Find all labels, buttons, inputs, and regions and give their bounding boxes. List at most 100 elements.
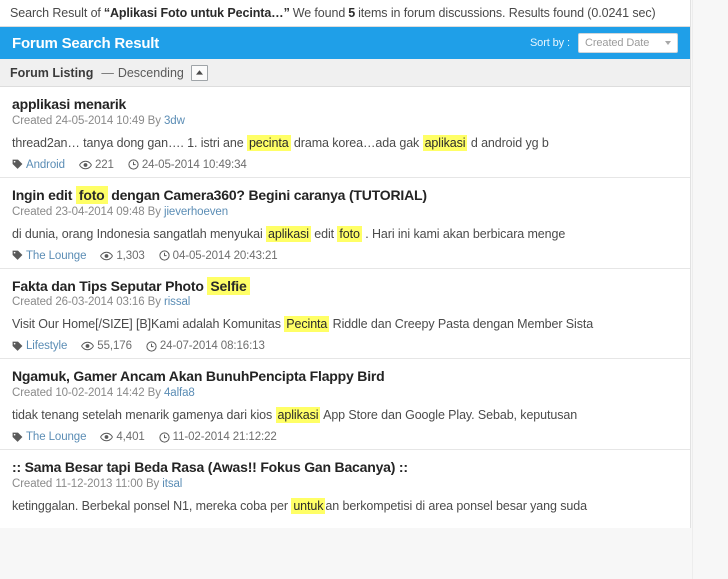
summary-suffix: items in forum discussions. Results foun… bbox=[358, 6, 656, 20]
result-meta-row: Lifestyle 55,176 24-07-2014 08:16:13 bbox=[12, 340, 678, 352]
result-category-label: Lifestyle bbox=[26, 340, 68, 353]
summary-middle: We found bbox=[292, 6, 346, 20]
chevron-down-icon bbox=[665, 41, 671, 45]
result-views: 55,176 bbox=[81, 340, 132, 352]
listing-dash: — bbox=[101, 65, 114, 80]
result-category-label: The Lounge bbox=[26, 249, 87, 262]
listing-order: Descending bbox=[117, 65, 184, 80]
result-snippet-highlight: foto bbox=[337, 225, 362, 242]
eye-icon bbox=[79, 160, 92, 170]
result-author[interactable]: 3dw bbox=[164, 115, 185, 127]
result-snippet: ketinggalan. Berbekal ponsel N1, mereka … bbox=[12, 498, 678, 515]
result-by-label: By bbox=[145, 478, 160, 491]
result-views-count: 1,303 bbox=[116, 249, 145, 262]
result-timestamp: 04-05-2014 20:43:21 bbox=[159, 250, 278, 262]
result-views-count: 55,176 bbox=[97, 340, 132, 353]
clock-icon bbox=[159, 432, 170, 443]
result-snippet-highlight: aplikasi bbox=[275, 407, 321, 424]
result-title[interactable]: Ingin edit foto dengan Camera360? Begini… bbox=[12, 185, 678, 205]
sort-control: Sort by : Created Date bbox=[530, 33, 678, 53]
result-created-prefix: Created bbox=[12, 205, 53, 218]
result-title[interactable]: :: Sama Besar tapi Beda Rasa (Awas!! Fok… bbox=[12, 459, 678, 477]
result-author[interactable]: itsal bbox=[162, 478, 182, 490]
sort-by-label: Sort by : bbox=[529, 37, 570, 49]
result-created: Created 11-12-2013 11:00 By itsal bbox=[12, 478, 678, 490]
eye-icon bbox=[81, 341, 95, 351]
result-by-label: By bbox=[147, 296, 161, 309]
result-author[interactable]: 4alfa8 bbox=[164, 387, 195, 399]
result-snippet: di dunia, orang Indonesia sangatlah meny… bbox=[12, 225, 678, 243]
result-snippet: tidak tenang setelah menarik gamenya dar… bbox=[12, 407, 678, 424]
tag-icon bbox=[12, 432, 23, 443]
result-item: Ingin edit foto dengan Camera360? Begini… bbox=[0, 178, 690, 269]
right-gutter bbox=[692, 0, 728, 579]
result-title-text: applikasi menarik bbox=[12, 96, 127, 112]
result-created: Created 24-05-2014 10:49 By 3dw bbox=[12, 115, 678, 127]
result-created: Created 26-03-2014 03:16 By rissal bbox=[12, 296, 678, 308]
result-snippet-text: App Store dan Google Play. Sebab, keputu… bbox=[320, 408, 578, 423]
result-snippet-highlight: Pecinta bbox=[284, 316, 330, 333]
result-title-highlight: Selfie bbox=[207, 276, 250, 295]
result-snippet-text: d android yg b bbox=[467, 135, 549, 150]
sort-by-select[interactable]: Created Date bbox=[578, 33, 678, 53]
result-category-label: Android bbox=[26, 158, 65, 171]
result-author[interactable]: jieverhoeven bbox=[164, 206, 228, 218]
result-snippet-text: edit bbox=[310, 226, 338, 241]
result-created-prefix: Created bbox=[12, 296, 53, 309]
summary-prefix: Search Result of bbox=[10, 6, 101, 20]
result-timestamp: 24-07-2014 08:16:13 bbox=[146, 340, 265, 352]
result-timestamp: 24-05-2014 10:49:34 bbox=[128, 159, 247, 171]
page-title: Forum Search Result bbox=[12, 34, 160, 52]
result-title[interactable]: applikasi menarik bbox=[12, 96, 678, 114]
forum-listing-bar: Forum Listing — Descending bbox=[0, 59, 690, 87]
result-item: Fakta dan Tips Seputar Photo Selfie Creat… bbox=[0, 269, 690, 360]
result-snippet-text: ketinggalan. Berbekal ponsel N1, mereka … bbox=[12, 499, 292, 514]
summary-count: 5 bbox=[348, 6, 356, 20]
result-meta-row: The Lounge 4,401 11-02-2014 21:12:22 bbox=[12, 431, 678, 443]
result-title[interactable]: Fakta dan Tips Seputar Photo Selfie bbox=[12, 276, 678, 296]
result-category[interactable]: The Lounge bbox=[12, 250, 86, 262]
tag-icon bbox=[12, 250, 23, 261]
result-category[interactable]: Lifestyle bbox=[12, 340, 67, 352]
result-snippet-text: di dunia, orang Indonesia sangatlah meny… bbox=[12, 226, 267, 241]
result-created-date: 11-12-2013 11:00 bbox=[55, 478, 143, 491]
result-timestamp-value: 24-07-2014 08:16:13 bbox=[159, 340, 265, 353]
result-created-date: 26-03-2014 03:16 bbox=[55, 296, 145, 309]
result-title-text: Ingin edit bbox=[12, 186, 76, 203]
result-snippet-text: thread2an… tanya dong gan…. 1. istri ane bbox=[12, 135, 247, 150]
summary-query: “Aplikasi Foto untuk Pecinta…” bbox=[103, 6, 290, 20]
result-snippet-text: Riddle dan Creepy Pasta dengan Member Si… bbox=[329, 317, 594, 332]
result-by-label: By bbox=[147, 387, 161, 400]
result-item: applikasi menarik Created 24-05-2014 10:4… bbox=[0, 87, 690, 178]
result-timestamp-value: 04-05-2014 20:43:21 bbox=[172, 249, 278, 262]
result-timestamp: 11-02-2014 21:12:22 bbox=[159, 431, 277, 443]
result-timestamp-value: 11-02-2014 21:12:22 bbox=[172, 431, 277, 444]
result-category[interactable]: Android bbox=[12, 159, 65, 171]
result-title-text: Ngamuk, Gamer Ancam Akan BunuhPencipta F… bbox=[12, 368, 385, 385]
search-summary-bar: Search Result of “Aplikasi Foto untuk Pe… bbox=[0, 0, 691, 27]
result-timestamp-value: 24-05-2014 10:49:34 bbox=[141, 158, 247, 171]
result-snippet-text: an berkompetisi di area ponsel besar yan… bbox=[325, 499, 587, 514]
result-snippet-text: Visit Our Home[/SIZE] [B]Kami adalah Kom… bbox=[12, 317, 285, 332]
caret-up-box-icon[interactable] bbox=[190, 64, 208, 81]
result-snippet: Visit Our Home[/SIZE] [B]Kami adalah Kom… bbox=[12, 316, 678, 333]
forum-listing-label: Forum Listing bbox=[10, 65, 94, 80]
result-views: 221 bbox=[79, 159, 114, 171]
result-meta-row: Android 221 24-05-2014 10:49:34 bbox=[12, 159, 678, 171]
result-views-count: 221 bbox=[94, 158, 114, 171]
result-views-count: 4,401 bbox=[116, 431, 145, 444]
result-snippet-highlight: aplikasi bbox=[266, 225, 311, 242]
result-created-date: 24-05-2014 10:49 bbox=[55, 114, 145, 127]
result-snippet-highlight: pecinta bbox=[246, 134, 291, 151]
result-category[interactable]: The Lounge bbox=[12, 431, 86, 443]
result-item: Ngamuk, Gamer Ancam Akan BunuhPencipta F… bbox=[0, 359, 690, 451]
result-title-text: dengan Camera360? Begini caranya (TUTORI… bbox=[107, 186, 427, 203]
result-snippet-text: drama korea…ada gak bbox=[290, 135, 423, 150]
result-author[interactable]: rissal bbox=[164, 296, 190, 308]
result-created-date: 23-04-2014 09:48 bbox=[55, 205, 145, 218]
eye-icon bbox=[100, 432, 114, 442]
result-title[interactable]: Ngamuk, Gamer Ancam Akan BunuhPencipta F… bbox=[12, 368, 678, 386]
result-created: Created 23-04-2014 09:48 By jieverhoeven bbox=[12, 206, 678, 218]
eye-icon bbox=[100, 251, 114, 261]
result-by-label: By bbox=[147, 114, 161, 127]
